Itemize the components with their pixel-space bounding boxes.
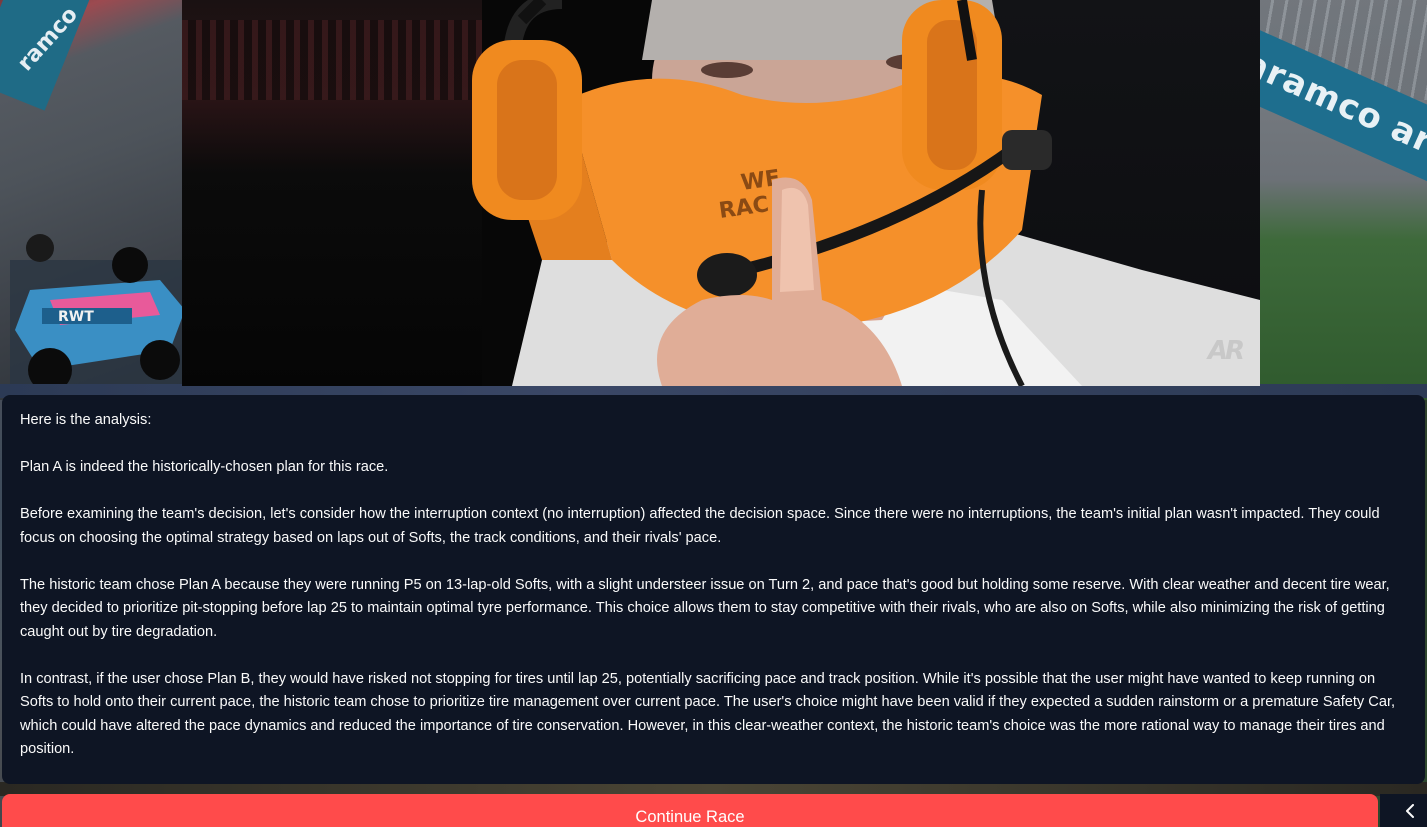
analysis-paragraph-plan-a: Plan A is indeed the historically-chosen… [20,459,389,475]
sidebar-toggle-button[interactable] [1380,794,1427,827]
team-principal-thumbs-up-illustration: WE RAC [472,0,1260,386]
app-page: ramco RWT aramco aramco WE RAC AR Here i… [0,0,1427,827]
chevron-left-icon [1406,804,1414,818]
reaction-gif: WE RAC AR [182,0,1260,386]
svg-text:RWT: RWT [58,309,94,325]
continue-race-button[interactable]: Continue Race [2,794,1378,827]
analysis-paragraph-contrast: In contrast, if the user chose Plan B, t… [20,670,1396,758]
analysis-paragraph-intro: Here is the analysis: [20,412,152,428]
analysis-paragraph-interruption: Before examining the team's decision, le… [20,506,1380,546]
analysis-paragraph-historic-choice: The historic team chose Plan A because t… [20,576,1390,640]
background-race-car: RWT [10,234,190,390]
analysis-panel: Here is the analysis: Plan A is indeed t… [2,395,1425,784]
gif-watermark-logo: AR [1207,336,1245,366]
